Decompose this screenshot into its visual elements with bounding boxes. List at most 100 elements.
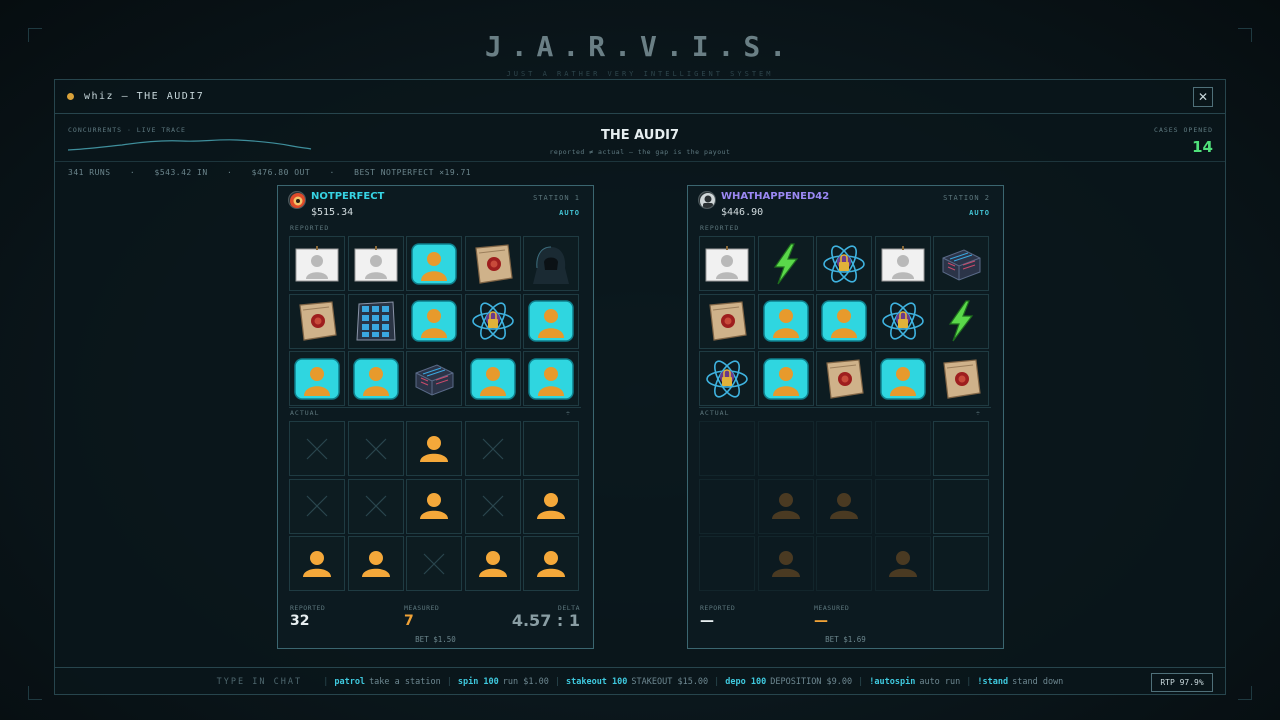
grid-cell — [699, 421, 755, 476]
grid-cell — [933, 293, 989, 349]
cases-value: 14 — [1192, 138, 1213, 156]
command-description: take a station — [369, 677, 441, 687]
avatar — [698, 191, 716, 209]
stat-separator: · — [329, 168, 335, 177]
grid-cell — [523, 536, 579, 591]
grid-cell — [933, 236, 989, 291]
command-separator: | — [323, 677, 329, 687]
grid-cell — [406, 236, 462, 291]
command-keyword: !autospin — [869, 677, 916, 687]
grid-cell — [347, 478, 404, 534]
circuit-chip-icon — [411, 359, 457, 399]
station-label: STATION 2 — [943, 194, 990, 202]
grid-cell — [874, 421, 931, 476]
person-icon — [828, 491, 860, 521]
game-window: whiz — THE AUDI7 ✕ CONCURRENTS · LIVE TR… — [54, 79, 1226, 695]
grid-cell — [874, 478, 931, 534]
command-description: run $1.00 — [502, 677, 549, 687]
cases-label: CASES OPENED — [1154, 126, 1213, 134]
grid-cell — [523, 351, 579, 406]
grid-cell — [816, 536, 872, 591]
grid-cell — [699, 236, 755, 291]
reported-value: 32 — [290, 613, 310, 629]
witness-bust-icon — [762, 357, 809, 400]
command-list: TYPE IN CHAT | patrol take a station | spin … — [217, 677, 1064, 687]
grid-cell — [347, 293, 404, 349]
grid-cell — [289, 536, 345, 591]
frame-corner — [1238, 686, 1252, 700]
command-keyword: spin 100 — [457, 677, 499, 687]
grid-cell — [523, 236, 579, 291]
grid-cell — [757, 421, 814, 476]
reported-label: REPORTED — [290, 224, 330, 232]
command-keyword: stakeout 100 — [565, 677, 628, 687]
grid-cell — [816, 236, 872, 291]
command-description: auto run — [919, 677, 961, 687]
witness-bust-icon — [821, 300, 867, 342]
sealed-scroll-icon — [938, 357, 984, 401]
command-bar: TYPE IN CHAT | patrol take a station | spin … — [55, 667, 1225, 696]
stat-best: BEST NOTPERFECT ×19.71 — [354, 168, 472, 177]
grid-cell — [523, 421, 579, 476]
grid-cell — [757, 536, 814, 591]
grid-cell — [523, 478, 579, 534]
witness-bust-icon — [528, 300, 574, 342]
rtp-badge: RTP 97.9% — [1151, 673, 1213, 692]
atom-lock-icon — [704, 356, 750, 402]
person-icon — [887, 549, 919, 579]
sealed-scroll-icon — [704, 299, 750, 343]
grid-cell — [347, 536, 404, 591]
command-keyword: depo 100 — [725, 677, 767, 687]
witness-bust-icon — [762, 300, 809, 342]
person-icon — [770, 491, 802, 521]
reported-label: REPORTED — [700, 224, 740, 232]
grid-cell — [289, 293, 345, 349]
portrait-frame-icon — [881, 245, 925, 282]
grid-cell — [933, 421, 989, 476]
reported-foot-label: REPORTED — [290, 604, 326, 612]
command-keyword: !stand — [977, 677, 1009, 687]
reported-grid — [289, 236, 579, 406]
station-balance: $515.34 — [311, 207, 354, 218]
app-title: J.A.R.V.I.S. — [484, 30, 796, 63]
witness-bust-icon — [411, 242, 457, 285]
game-title: THE AUDI7 — [600, 128, 680, 143]
measured-value: 7 — [404, 613, 414, 629]
grid-cell — [699, 478, 755, 534]
app-subtitle: JUST A RATHER VERY INTELLIGENT SYSTEM — [506, 70, 774, 78]
grid-cell — [464, 236, 521, 291]
stat-separator: · — [227, 168, 233, 177]
type-in-chat-label: TYPE IN CHAT — [216, 677, 303, 687]
command-description: STAKEOUT $15.00 — [631, 677, 709, 687]
witness-bust-icon — [469, 357, 516, 400]
x-mark-icon — [302, 434, 332, 464]
person-icon — [418, 491, 450, 521]
station-player-name: NOTPERFECT — [311, 191, 385, 202]
stats-line: 341 RUNS · $543.42 IN · $476.80 OUT · BE… — [68, 168, 485, 177]
bet-amount: BET $1.69 — [825, 635, 866, 644]
grid-cell — [347, 351, 404, 406]
x-mark-icon — [478, 434, 508, 464]
stat-runs: 341 RUNS — [68, 168, 111, 177]
witness-bust-icon — [294, 357, 340, 400]
actual-label: ACTUAL ÷ — [700, 409, 981, 417]
delta-value: 4.57 : 1 — [511, 611, 580, 630]
witness-bust-icon — [528, 357, 574, 400]
grid-cell — [406, 421, 462, 476]
x-mark-icon — [419, 549, 449, 579]
sealed-scroll-icon — [821, 357, 867, 401]
window-title: whiz — THE AUDI7 — [84, 91, 205, 102]
command-separator: | — [554, 677, 560, 687]
x-mark-icon — [478, 491, 508, 521]
command-separator: | — [714, 677, 720, 687]
station-1: NOTPERFECT $515.34 STATION 1 AUTO REPORT… — [277, 185, 594, 649]
grid-cell — [816, 478, 872, 534]
close-button[interactable]: ✕ — [1193, 87, 1213, 107]
grid-cell — [406, 351, 462, 406]
witness-bust-icon — [352, 357, 399, 400]
grid-cell — [464, 293, 521, 349]
station-player-name: WHATHAPPENED42 — [721, 191, 830, 202]
portrait-frame-icon — [295, 245, 339, 282]
grid-cell — [757, 351, 814, 406]
reported-value: — — [700, 613, 714, 629]
